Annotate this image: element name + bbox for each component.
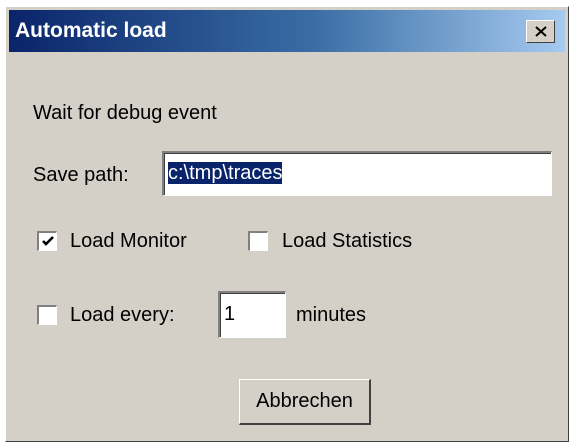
dialog-title: Automatic load [15,19,167,42]
cancel-button[interactable]: Abbrechen [239,379,371,425]
save-path-value: c:\tmp\traces [168,162,283,184]
minutes-value: 1 [224,303,236,325]
save-path-input[interactable]: c:\tmp\traces [162,151,552,196]
load-every-label[interactable]: Load every: [70,303,175,327]
minutes-unit-label: minutes [296,304,367,326]
status-text: Wait for debug event [33,102,217,124]
title-bar[interactable]: Automatic load [9,10,565,52]
load-monitor-label[interactable]: Load Monitor [70,229,187,253]
save-path-label: Save path: [33,164,129,186]
minutes-input[interactable]: 1 [218,291,286,338]
checkmark-icon [42,236,54,246]
close-button[interactable] [526,20,555,43]
automatic-load-dialog: Automatic load Wait for debug event Save… [5,6,569,442]
close-icon [535,26,547,37]
load-every-checkbox[interactable] [37,305,57,325]
load-statistics-label[interactable]: Load Statistics [282,229,412,253]
load-statistics-checkbox[interactable] [248,231,268,251]
load-monitor-checkbox[interactable] [37,231,57,251]
